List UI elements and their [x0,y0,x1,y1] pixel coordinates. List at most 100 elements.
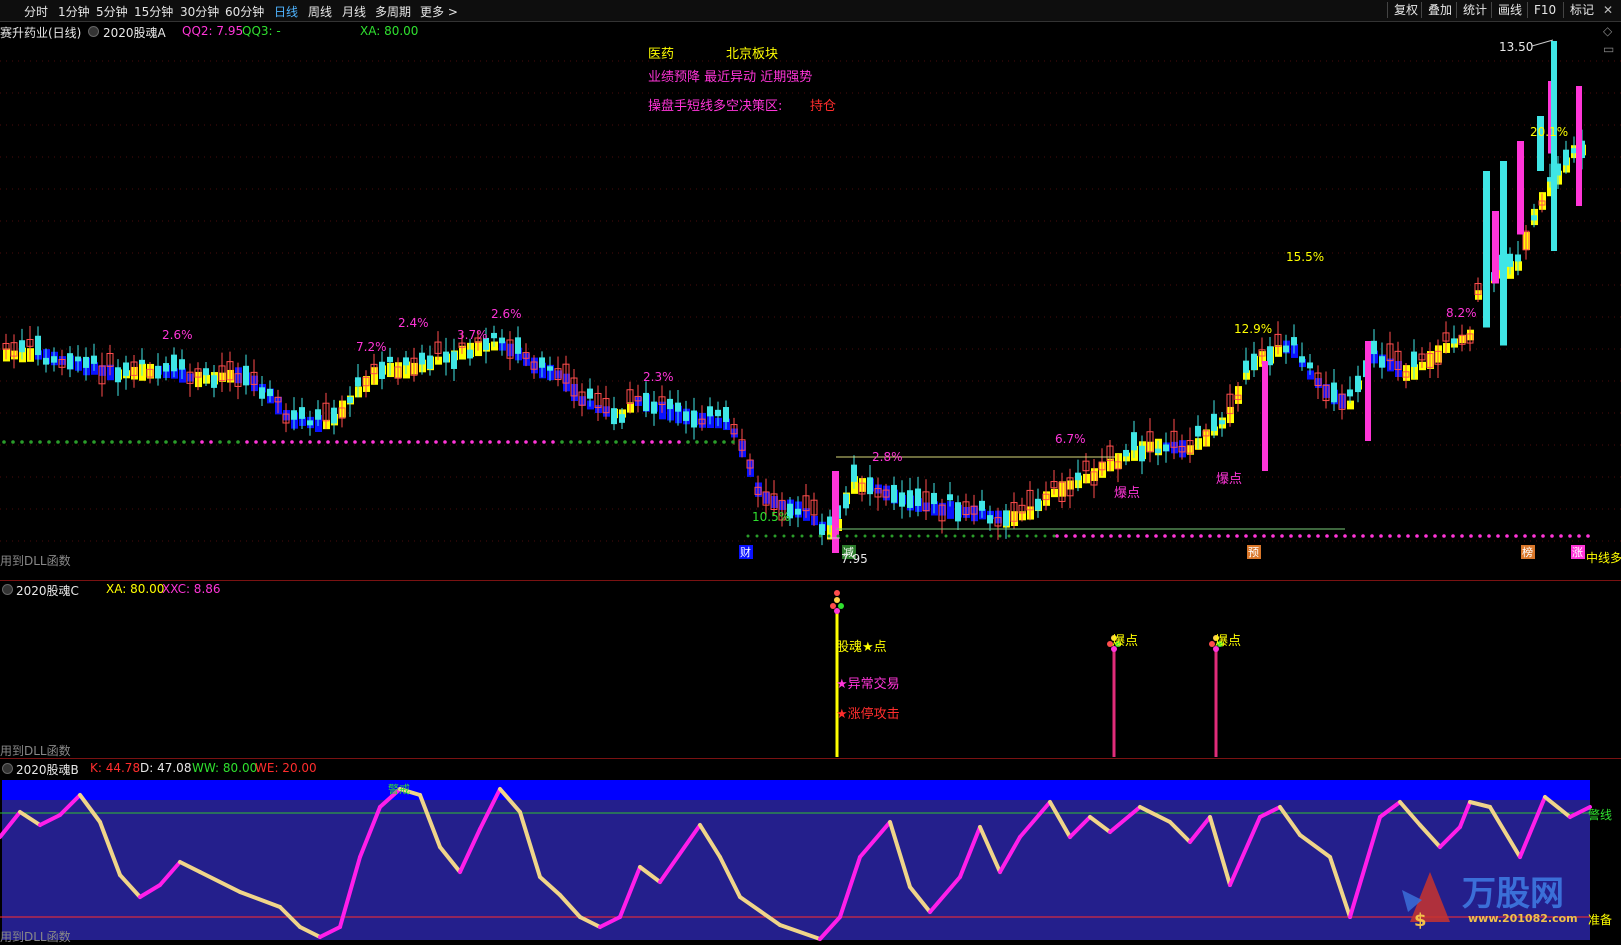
marker-dot [998,534,1002,538]
candle-body [1211,413,1217,431]
candle-body [403,357,409,366]
marker-dot [1424,534,1428,538]
period-tab-60min[interactable]: 60分钟 [225,3,264,20]
panel-c-burst-label-2: 爆点 [1215,634,1242,649]
statistics-button[interactable]: 统计 [1456,2,1493,18]
period-tab-30min[interactable]: 30分钟 [180,3,219,20]
marker-dot [800,534,804,538]
high-pointer [1531,39,1554,47]
period-tab-monthly[interactable]: 月线 [342,3,366,20]
candlestick-chart: 2.6%7.2%2.4%3.7%2.6%2.3%10.5%2.8%6.7%12.… [0,39,1621,559]
candle-body [1299,356,1305,363]
candle-body [75,356,81,362]
marker-dot [353,440,357,444]
marker-dot [605,440,609,444]
signal-ball [834,590,840,596]
ww-value: WW: 80.00 [192,761,258,775]
k-value: K: 44.78 [90,761,141,775]
marker-dot [845,534,849,538]
mark-button[interactable]: 标记 [1563,2,1600,18]
marker-dot [389,440,393,444]
marker-dot [773,534,777,538]
burst-label: 爆点 [1114,486,1140,501]
marker-dot [704,440,708,444]
marker-dot [1136,534,1140,538]
marker-dot [1226,534,1230,538]
marker-dot [317,440,321,444]
period-tab-5min[interactable]: 5分钟 [96,3,128,20]
marker-dot [1208,534,1212,538]
marker-dot [1016,534,1020,538]
candle-body [915,488,921,506]
candle-body [987,515,993,524]
candle-body [643,392,649,412]
marker-dot [1433,534,1437,538]
marker-dot [290,440,294,444]
candle-body [1131,432,1137,451]
candle-body [1139,445,1145,462]
marker-dot [218,440,222,444]
candle-body [611,408,617,425]
period-tab-15min[interactable]: 15分钟 [134,3,173,20]
marker-dot [596,440,600,444]
restore-rights-button[interactable]: 复权 [1387,2,1424,18]
marker-dot [308,440,312,444]
candle-body [891,484,897,503]
marker-dot [791,534,795,538]
main-dll-label: 用到DLL函数 [0,554,71,568]
marker-dot [191,440,195,444]
candle-body [547,366,553,371]
marker-dot [488,440,492,444]
period-tab-multi[interactable]: 多周期 [375,3,411,20]
marker-dot [677,440,681,444]
marker-dot [1172,534,1176,538]
marker-dot [632,440,636,444]
marker-dot [1397,534,1401,538]
candle-body [299,407,305,419]
marker-dot [443,440,447,444]
marker-dot [1307,534,1311,538]
marker-dot [722,440,726,444]
candle-body [1283,345,1289,353]
candle-body [155,365,161,379]
more-periods-button[interactable]: 更多 > [420,3,458,20]
marker-dot [818,534,822,538]
marker-dot [119,440,123,444]
marker-dot [1361,534,1365,538]
pct-change-label: 2.8% [872,450,903,464]
big-candle [1517,141,1524,235]
marker-dot [917,534,921,538]
pct-change-label: 2.6% [491,307,522,321]
abnormal-trade-label: ★异常交易 [836,677,900,692]
overlay-button[interactable]: 叠加 [1421,2,1458,18]
candle-body [115,367,121,383]
indicator-b-name[interactable]: 2020股魂B [16,761,79,778]
candle-body [651,401,657,414]
marker-dot [407,440,411,444]
marker-dot [971,534,975,538]
marker-dot [908,534,912,538]
oscillator-panel [0,780,1592,941]
candle-body [1563,149,1569,166]
period-tab-1min[interactable]: 1分钟 [58,3,90,20]
panel-b-dll-label: 用到DLL函数 [0,930,71,944]
marker-dot [1379,534,1383,538]
period-tab-weekly[interactable]: 周线 [308,3,332,20]
close-icon[interactable]: ✕ [1603,3,1617,17]
marker-dot [362,440,366,444]
period-tab-daily[interactable]: 日线 [274,3,298,20]
marker-dot [236,440,240,444]
candle-body [899,492,905,507]
candle-body [1451,338,1457,344]
candle-body [259,387,265,399]
candle-body [907,490,913,508]
candle-body [1411,351,1417,368]
marker-dot [1541,534,1545,538]
candle-body [715,409,721,417]
f10-button[interactable]: F10 [1527,2,1562,18]
period-tab-minute[interactable]: 分时 [24,3,48,20]
marker-dot [1271,534,1275,538]
marker-dot [1478,534,1482,538]
indicator-b-dropdown-icon[interactable] [2,763,13,774]
draw-line-button[interactable]: 画线 [1491,2,1528,18]
